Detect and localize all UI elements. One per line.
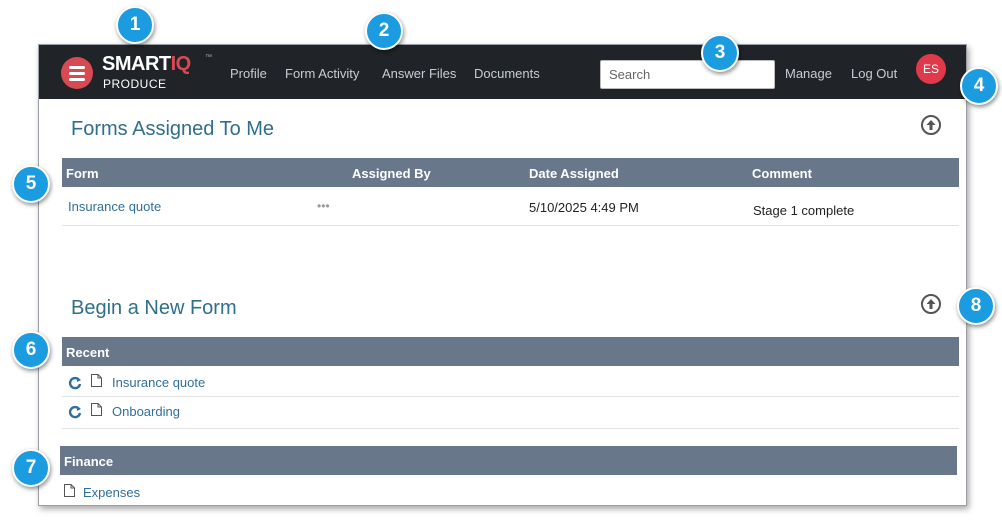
document-icon xyxy=(91,374,102,387)
refresh-icon[interactable] xyxy=(68,405,82,419)
recent-header-label: Recent xyxy=(66,345,110,360)
nav-manage[interactable]: Manage xyxy=(785,66,832,81)
finance-form-link[interactable]: Expenses xyxy=(83,485,140,500)
col-comment[interactable]: Comment xyxy=(752,166,812,181)
recent-header: Recent xyxy=(62,337,959,366)
nav-log-out[interactable]: Log Out xyxy=(851,66,897,81)
search-input[interactable] xyxy=(600,60,775,89)
document-icon xyxy=(91,403,102,416)
row-actions-menu[interactable]: ••• xyxy=(317,199,330,213)
col-date-assigned[interactable]: Date Assigned xyxy=(529,166,619,181)
nav-documents[interactable]: Documents xyxy=(474,66,540,81)
recent-form-link[interactable]: Insurance quote xyxy=(112,375,205,390)
col-assigned-by[interactable]: Assigned By xyxy=(352,166,431,181)
nav-form-activity[interactable]: Form Activity xyxy=(285,66,359,81)
callout-5: 5 xyxy=(12,165,50,203)
finance-header-label: Finance xyxy=(64,454,114,469)
brand-iq: IQ xyxy=(170,53,192,75)
brand-subtitle: PRODUCE xyxy=(103,77,167,91)
app-window: SMARTIQ ™ PRODUCE Profile Form Activity … xyxy=(38,44,967,506)
date-assigned: 5/10/2025 4:49 PM xyxy=(529,200,639,215)
smartiq-logo-icon[interactable] xyxy=(61,57,93,89)
callout-7: 7 xyxy=(12,449,50,487)
callout-4: 4 xyxy=(960,67,998,105)
row-divider xyxy=(62,428,959,429)
recent-form-link[interactable]: Onboarding xyxy=(112,404,180,419)
col-form[interactable]: Form xyxy=(66,166,99,181)
collapse-up-icon[interactable] xyxy=(921,294,941,314)
forms-assigned-title: Forms Assigned To Me xyxy=(71,118,275,140)
nav-answer-files[interactable]: Answer Files xyxy=(382,66,456,81)
brand-name[interactable]: SMARTIQ xyxy=(102,53,191,76)
top-navbar: SMARTIQ ™ PRODUCE Profile Form Activity … xyxy=(39,45,966,99)
callout-8: 8 xyxy=(957,287,995,325)
row-divider xyxy=(62,225,959,226)
assigned-form-link[interactable]: Insurance quote xyxy=(68,199,161,214)
brand-trademark: ™ xyxy=(205,54,212,61)
document-icon xyxy=(64,484,75,497)
comment-text: Stage 1 complete xyxy=(753,203,855,218)
user-avatar[interactable]: ES xyxy=(916,54,946,84)
callout-6: 6 xyxy=(12,331,50,369)
callout-3: 3 xyxy=(701,34,739,72)
assigned-table-header: Form Assigned By Date Assigned Comment xyxy=(62,158,959,187)
refresh-icon[interactable] xyxy=(68,376,82,390)
callout-2: 2 xyxy=(365,12,403,50)
nav-profile[interactable]: Profile xyxy=(230,66,267,81)
begin-new-form-title: Begin a New Form xyxy=(71,297,237,319)
callout-1: 1 xyxy=(116,6,154,44)
collapse-up-icon[interactable] xyxy=(921,115,941,135)
finance-header: Finance xyxy=(60,446,957,475)
row-divider xyxy=(62,396,959,397)
